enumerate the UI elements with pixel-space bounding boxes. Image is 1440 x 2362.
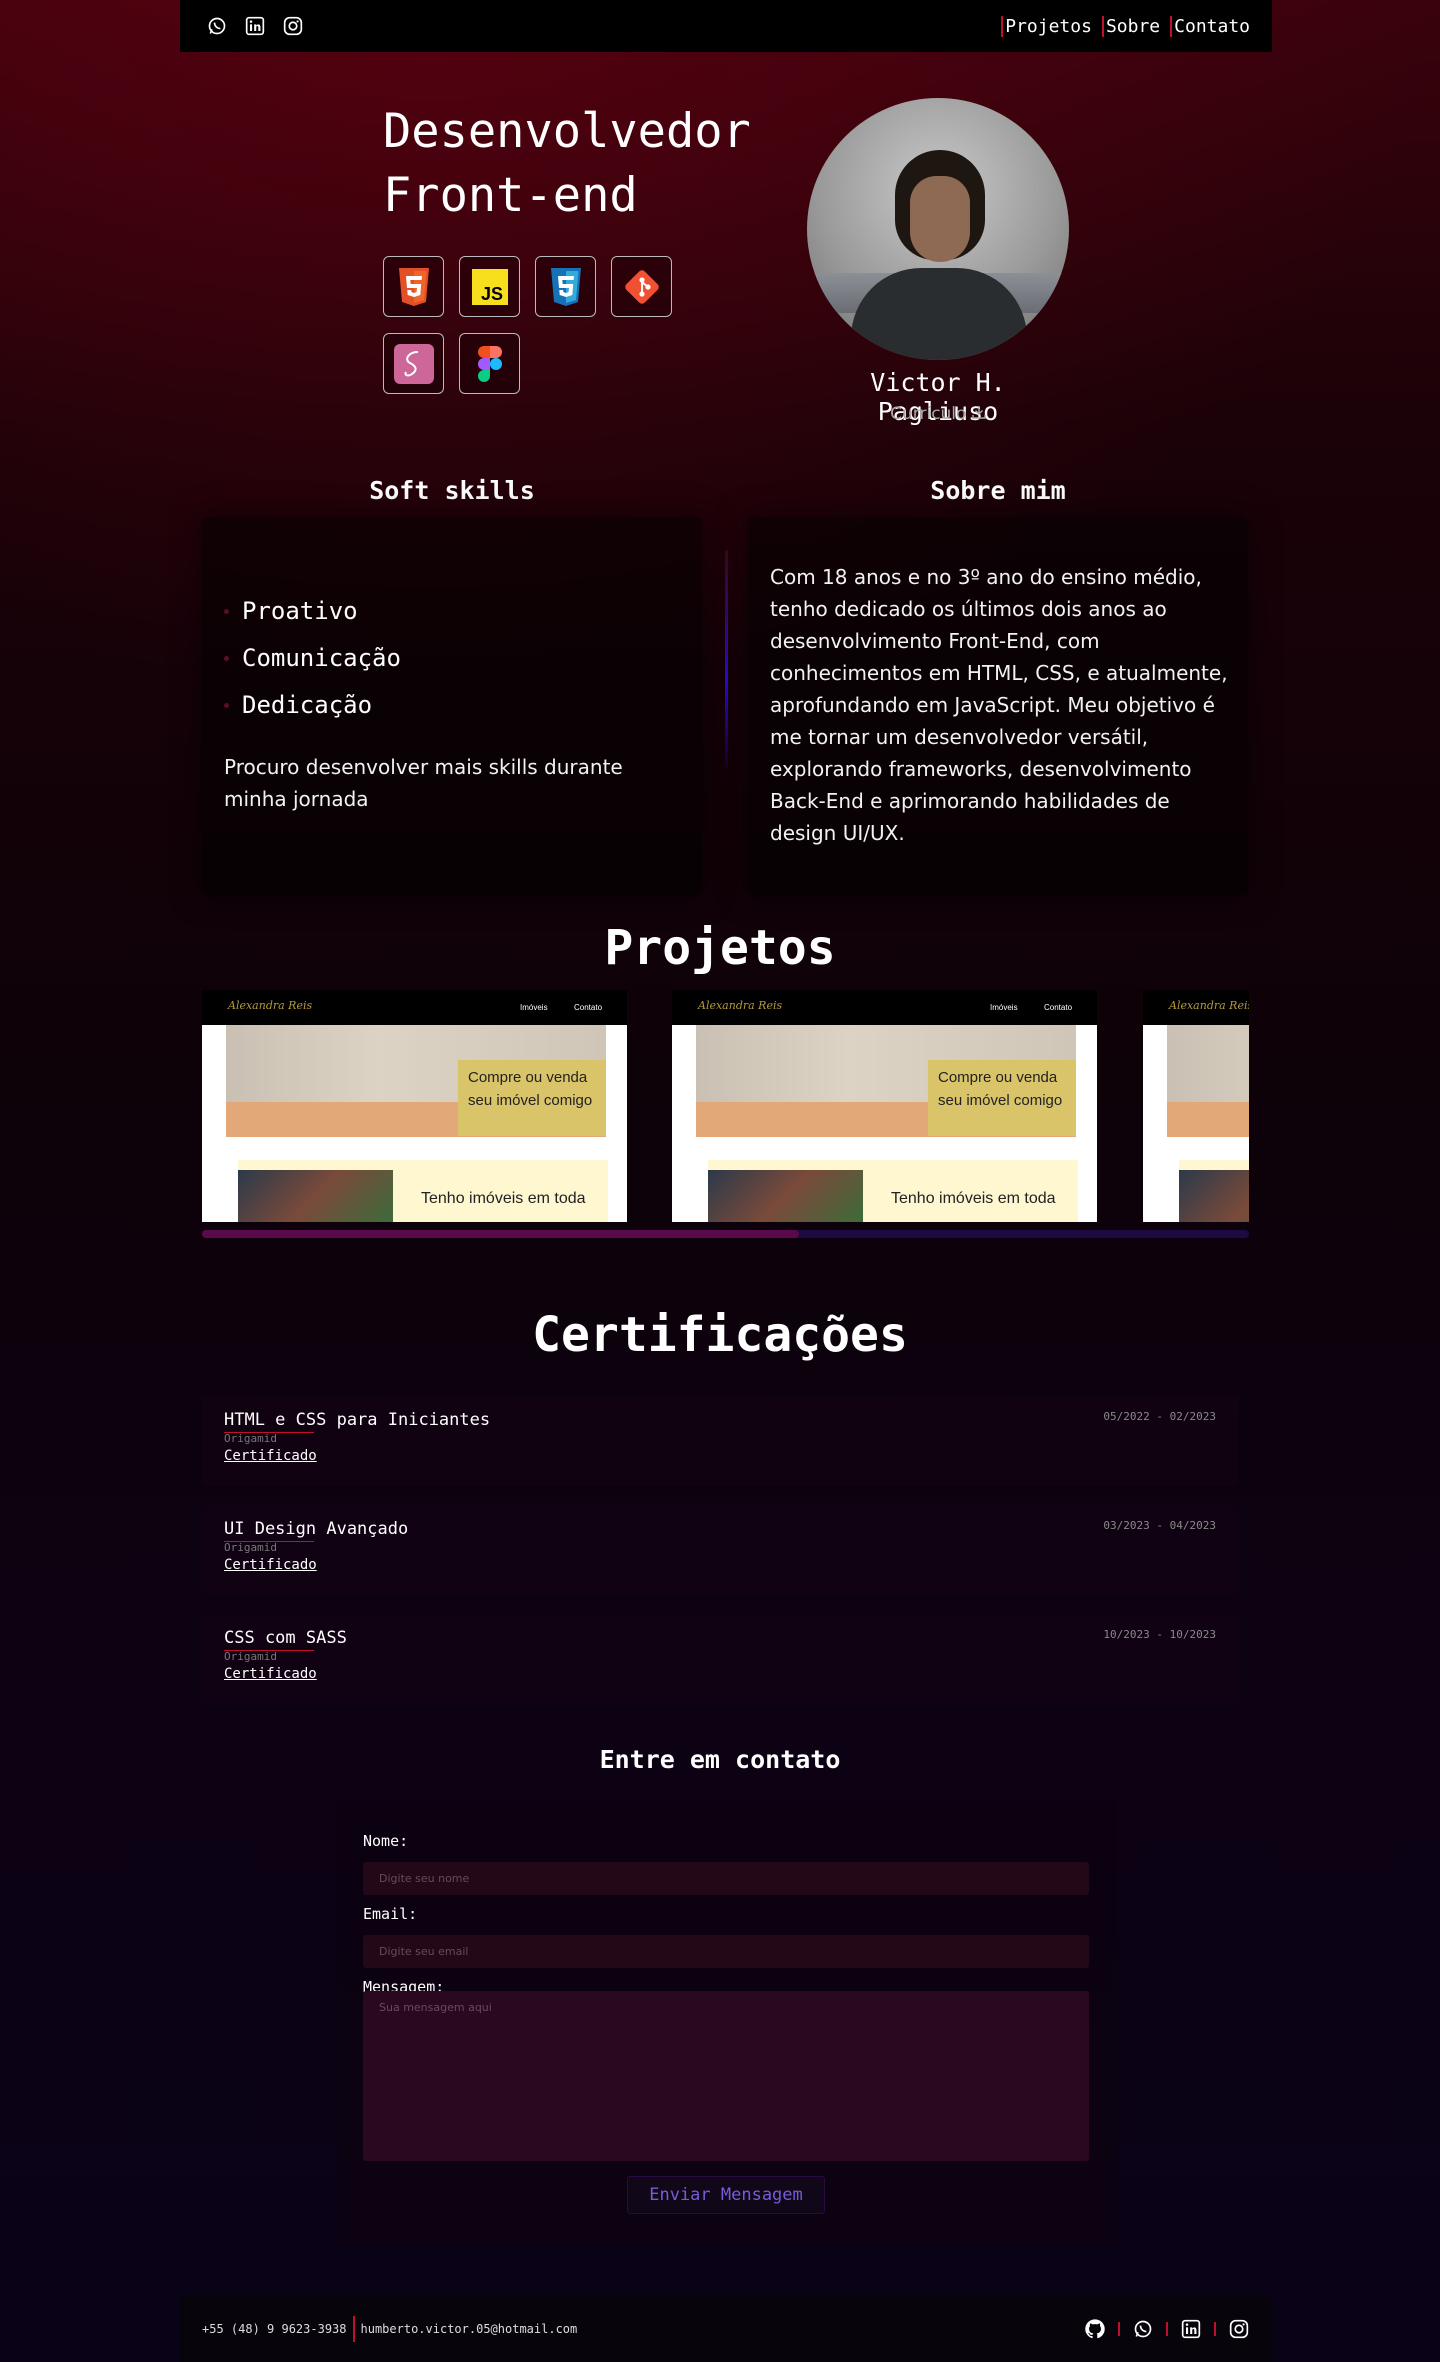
certification-org: Origamid <box>224 1541 277 1554</box>
hero-title-line2: Front-end <box>383 168 638 223</box>
name-label: Nome: <box>363 1832 409 1850</box>
email-field[interactable] <box>363 1935 1089 1968</box>
footer-email: humberto.victor.05@hotmail.com <box>360 2322 578 2336</box>
footer-icon-divider <box>1118 2322 1120 2336</box>
footer-phone: +55 (48) 9 9623-3938 <box>202 2322 347 2336</box>
certification-item: HTML e CSS para Iniciantes Origamid Cert… <box>202 1396 1238 1486</box>
certification-name: UI Design Avançado <box>224 1519 409 1542</box>
projects-carousel[interactable]: Alexandra Reis Imóveis Contato Compre ou… <box>202 990 1249 1222</box>
certificate-link[interactable]: Certificado <box>224 1448 317 1464</box>
nav-social-links <box>206 15 304 37</box>
top-navbar: Projetos Sobre Contato <box>180 0 1272 52</box>
linkedin-icon[interactable] <box>1180 2318 1202 2340</box>
footer: +55 (48) 9 9623-3938 humberto.victor.05@… <box>180 2296 1272 2362</box>
html5-icon <box>383 256 444 317</box>
hero-title-line1: Desenvolvedor <box>383 104 751 159</box>
email-label: Email: <box>363 1905 418 1923</box>
carousel-scrollbar-thumb[interactable] <box>202 1230 799 1238</box>
project-slide[interactable]: Alexandra Reis Imóveis Contato Compre ou… <box>202 990 627 1222</box>
nav-links: Projetos Sobre Contato <box>1001 15 1250 37</box>
download-icon <box>972 404 986 424</box>
whatsapp-icon[interactable] <box>1132 2318 1154 2340</box>
about-card: Com 18 anos e no 3º ano do ensino médio,… <box>748 517 1248 895</box>
project-nav-text: Contato <box>1044 1003 1073 1012</box>
git-icon <box>611 256 672 317</box>
hero-title: Desenvolvedor Front-end <box>383 100 783 228</box>
project-callout: Compre ou venda seu imóvel comigo <box>458 1060 606 1136</box>
project-slide[interactable]: Alexandra Reis <box>1143 990 1249 1222</box>
svg-text:JS: JS <box>481 284 503 304</box>
footer-contact-info: +55 (48) 9 9623-3938 humberto.victor.05@… <box>202 2316 577 2342</box>
footer-social-links <box>1084 2318 1250 2340</box>
footer-icon-divider <box>1214 2322 1216 2336</box>
carousel-scrollbar[interactable] <box>202 1230 1249 1238</box>
instagram-icon[interactable] <box>1228 2318 1250 2340</box>
footer-icon-divider <box>1166 2322 1168 2336</box>
project-slide[interactable]: Alexandra Reis Imóveis Contato Compre ou… <box>672 990 1097 1222</box>
certification-name: CSS com SASS <box>224 1628 347 1651</box>
profile-photo <box>807 98 1069 360</box>
name-field[interactable] <box>363 1862 1089 1895</box>
soft-skills-heading: Soft skills <box>369 476 535 505</box>
soft-skills-note: Procuro desenvolver mais skills durante … <box>224 755 623 811</box>
about-heading: Sobre mim <box>930 476 1066 505</box>
project-nav-text: Imóveis <box>990 1003 1018 1012</box>
project-nav-text: Imóveis <box>520 1003 548 1012</box>
css3-icon <box>535 256 596 317</box>
contact-form: Nome: Email: Mensagem: Enviar Mensagem <box>337 1798 1117 2245</box>
contact-heading: Entre em contato <box>599 1745 841 1774</box>
tech-stack-grid: JS <box>383 256 683 394</box>
resume-label: Currículo <box>890 404 967 424</box>
nav-link-contato[interactable]: Contato <box>1170 15 1250 37</box>
message-field[interactable] <box>363 1991 1089 2161</box>
project-callout: Compre ou venda seu imóvel comigo <box>928 1060 1076 1136</box>
github-icon[interactable] <box>1084 2318 1106 2340</box>
footer-divider <box>352 2316 355 2342</box>
certification-org: Origamid <box>224 1650 277 1663</box>
certification-item: UI Design Avançado Origamid Certificado … <box>202 1505 1238 1595</box>
list-item: Proativo <box>224 597 401 625</box>
nav-link-projetos[interactable]: Projetos <box>1001 15 1092 37</box>
instagram-icon[interactable] <box>282 15 304 37</box>
projects-heading: Projetos <box>604 920 836 976</box>
linkedin-icon[interactable] <box>244 15 266 37</box>
list-item: Dedicação <box>224 691 401 719</box>
certificate-link[interactable]: Certificado <box>224 1666 317 1682</box>
soft-skills-list: Proativo Comunicação Dedicação <box>224 597 401 738</box>
certification-date: 05/2022 - 02/2023 <box>1103 1410 1216 1423</box>
resume-download-link[interactable]: Currículo <box>807 404 1069 424</box>
nav-link-sobre[interactable]: Sobre <box>1101 15 1160 37</box>
section-divider <box>725 550 728 770</box>
project-bottom-text: Tenho imóveis em toda <box>891 1190 1056 1207</box>
project-logo: Alexandra Reis <box>228 999 313 1012</box>
certification-date: 10/2023 - 10/2023 <box>1103 1628 1216 1641</box>
project-nav-text: Contato <box>574 1003 603 1012</box>
certificate-link[interactable]: Certificado <box>224 1557 317 1573</box>
project-logo: Alexandra Reis <box>1169 999 1249 1012</box>
certification-name: HTML e CSS para Iniciantes <box>224 1410 491 1433</box>
send-message-button[interactable]: Enviar Mensagem <box>627 2176 825 2214</box>
figma-icon <box>459 333 520 394</box>
certification-org: Origamid <box>224 1432 277 1445</box>
about-text: Com 18 anos e no 3º ano do ensino médio,… <box>770 565 1228 845</box>
whatsapp-icon[interactable] <box>206 15 228 37</box>
project-logo: Alexandra Reis <box>698 999 783 1012</box>
certification-date: 03/2023 - 04/2023 <box>1103 1519 1216 1532</box>
certification-item: CSS com SASS Origamid Certificado 10/202… <box>202 1614 1238 1704</box>
certifications-heading: Certificações <box>532 1307 908 1363</box>
javascript-icon: JS <box>459 256 520 317</box>
list-item: Comunicação <box>224 644 401 672</box>
soft-skills-card: Proativo Comunicação Dedicação Procuro d… <box>202 517 702 895</box>
project-bottom-text: Tenho imóveis em toda <box>421 1190 586 1207</box>
sass-icon <box>383 333 444 394</box>
